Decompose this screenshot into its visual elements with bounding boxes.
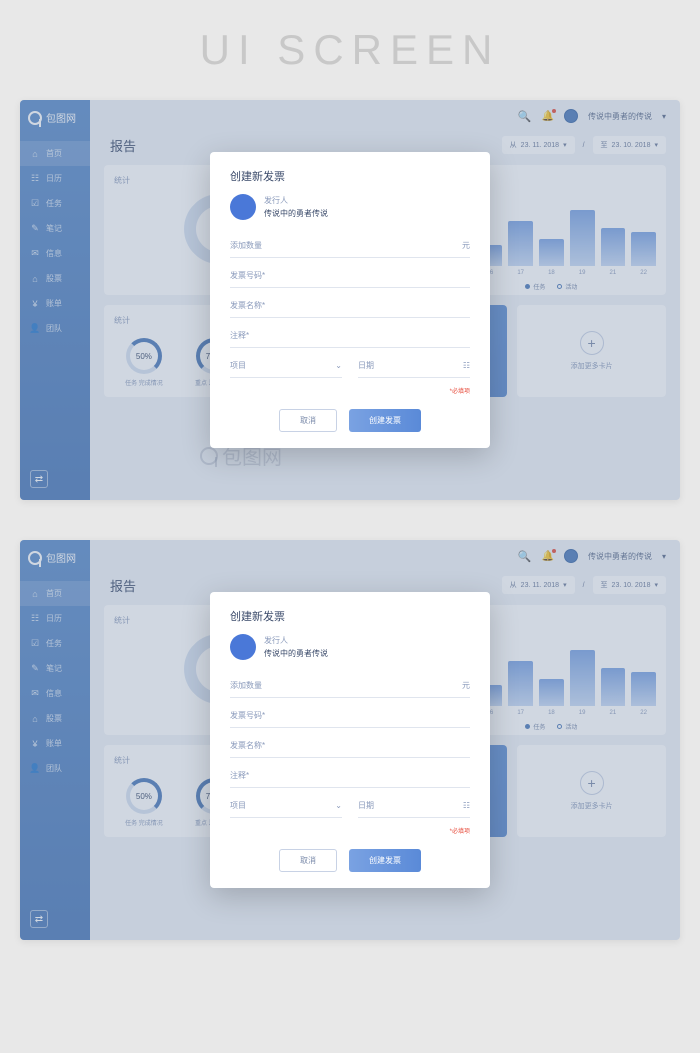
chevron-down-icon: ⌄ <box>335 801 342 810</box>
issuer-label: 发行人 <box>264 635 328 646</box>
issuer-label: 发行人 <box>264 195 328 206</box>
banner-title: UI SCREEN <box>0 0 700 100</box>
field-number[interactable]: 发票号码* <box>230 704 470 728</box>
chevron-down-icon: ⌄ <box>335 361 342 370</box>
issuer-avatar <box>230 194 256 220</box>
modal-title: 创建新发票 <box>230 168 470 184</box>
required-hint: *必填项 <box>230 826 470 835</box>
dashboard-2: 包图网 ⌂首页 ☷日历 ☑任务 ✎笔记 ✉信息 ⌂股票 ¥账单 👤团队 ⇄ 🔍 … <box>20 540 680 940</box>
issuer-name: 传说中的勇者传说 <box>264 648 328 659</box>
required-hint: *必填项 <box>230 386 470 395</box>
cancel-button[interactable]: 取消 <box>279 849 337 872</box>
field-project[interactable]: 项目⌄ <box>230 794 342 818</box>
calendar-icon: ☷ <box>463 361 470 370</box>
field-date[interactable]: 日期☷ <box>358 354 470 378</box>
field-name[interactable]: 发票名称* <box>230 734 470 758</box>
field-project[interactable]: 项目⌄ <box>230 354 342 378</box>
field-date[interactable]: 日期☷ <box>358 794 470 818</box>
issuer-row: 发行人 传说中的勇者传说 <box>230 634 470 660</box>
modal-title: 创建新发票 <box>230 608 470 624</box>
dashboard-1: 包图网 ⌂首页 ☷日历 ☑任务 ✎笔记 ✉信息 ⌂股票 ¥账单 👤团队 ⇄ 🔍 … <box>20 100 680 500</box>
field-note[interactable]: 注释* <box>230 764 470 788</box>
create-invoice-button[interactable]: 创建发票 <box>349 849 421 872</box>
field-note[interactable]: 注释* <box>230 324 470 348</box>
calendar-icon: ☷ <box>463 801 470 810</box>
issuer-name: 传说中的勇者传说 <box>264 208 328 219</box>
field-number[interactable]: 发票号码* <box>230 264 470 288</box>
create-invoice-modal: 创建新发票 发行人 传说中的勇者传说 添加数量元 发票号码* 发票名称* 注释*… <box>210 152 490 448</box>
create-invoice-modal: 创建新发票 发行人 传说中的勇者传说 添加数量元 发票号码* 发票名称* 注释*… <box>210 592 490 888</box>
issuer-avatar <box>230 634 256 660</box>
field-name[interactable]: 发票名称* <box>230 294 470 318</box>
field-amount[interactable]: 添加数量元 <box>230 674 470 698</box>
cancel-button[interactable]: 取消 <box>279 409 337 432</box>
field-amount[interactable]: 添加数量元 <box>230 234 470 258</box>
issuer-row: 发行人 传说中的勇者传说 <box>230 194 470 220</box>
create-invoice-button[interactable]: 创建发票 <box>349 409 421 432</box>
